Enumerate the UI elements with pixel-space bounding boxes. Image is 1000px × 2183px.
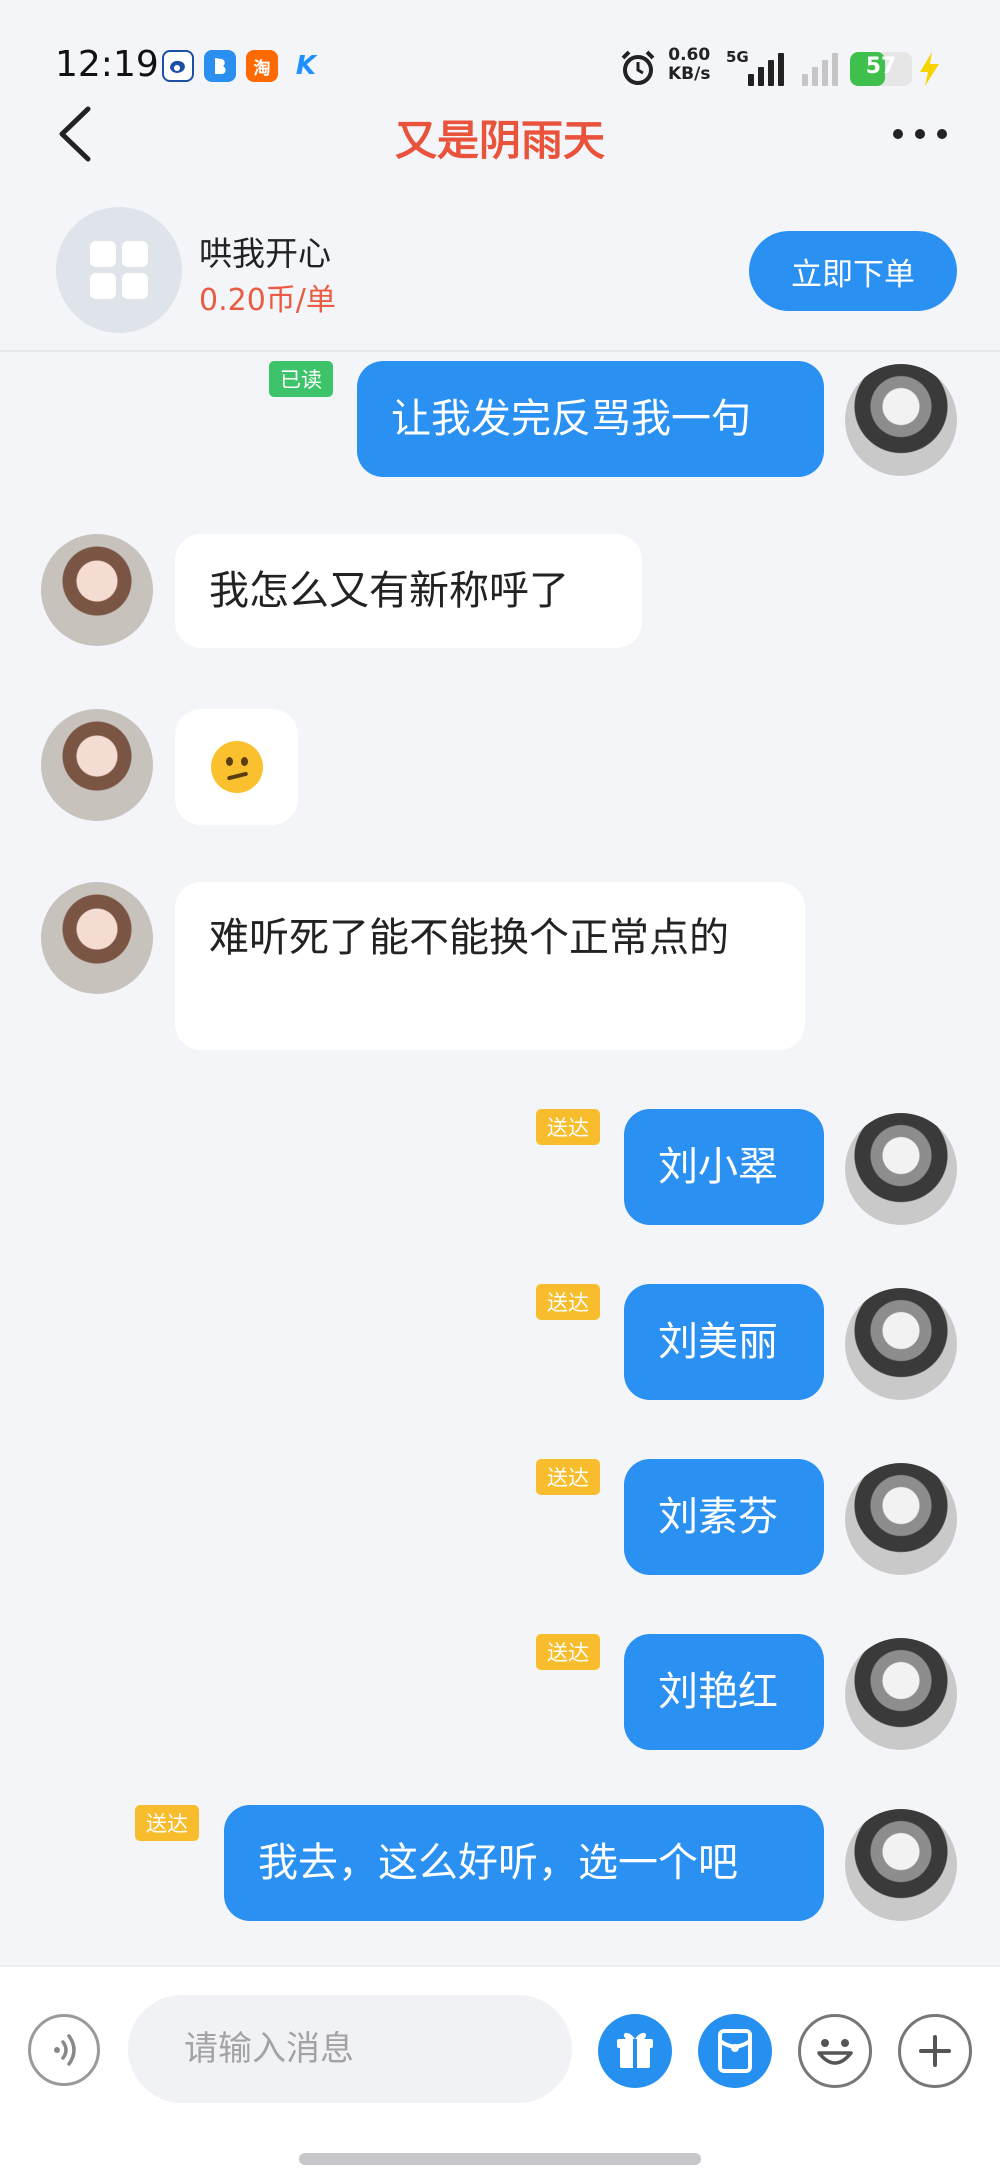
nav-bar: 又是阴雨天 (0, 95, 1000, 175)
chat-title: 又是阴雨天 (394, 116, 605, 165)
message-bubble[interactable]: 刘素芬 (624, 1459, 824, 1575)
home-indicator (299, 2153, 701, 2165)
confused-face-icon (210, 741, 263, 793)
red-packet-icon (718, 2029, 752, 2073)
gift-icon (617, 2032, 653, 2068)
message-outgoing: 送达 刘小翠 (0, 1105, 1000, 1235)
service-price: 0.20币/单 (199, 283, 336, 318)
sent-status-tag: 送达 (135, 1805, 199, 1841)
plus-icon (919, 2035, 951, 2067)
network-type: 5G (726, 48, 749, 66)
message-incoming: 难听死了能不能换个正常点的 (0, 880, 1000, 1055)
status-time: 12:19 (55, 44, 159, 85)
avatar-contact[interactable] (41, 882, 153, 994)
sent-status-tag: 送达 (536, 1634, 600, 1670)
message-outgoing: 已读 让我发完反骂我一句 (0, 355, 1000, 485)
message-bubble[interactable] (175, 709, 298, 825)
gift-button[interactable] (598, 2014, 672, 2088)
message-input[interactable] (128, 1995, 572, 2103)
message-bubble[interactable]: 刘艳红 (624, 1634, 824, 1750)
message-bubble[interactable]: 刘小翠 (624, 1109, 824, 1225)
divider (0, 350, 1000, 352)
battery-level: 57 (865, 54, 897, 79)
avatar-contact[interactable] (41, 534, 153, 646)
battery-icon: 57 (850, 52, 912, 86)
taobao-icon: 淘 (246, 50, 278, 82)
smile-icon (817, 2039, 853, 2065)
avatar-self[interactable] (845, 364, 957, 476)
order-now-button[interactable]: 立即下单 (749, 231, 957, 311)
voice-input-button[interactable] (28, 2014, 100, 2086)
message-incoming (0, 705, 1000, 835)
sent-status-tag: 送达 (536, 1284, 600, 1320)
service-name: 哄我开心 (199, 234, 331, 273)
k-app-icon: K (295, 51, 317, 81)
avatar-self[interactable] (845, 1113, 957, 1225)
read-status-tag: 已读 (269, 361, 333, 397)
alarm-icon (621, 50, 655, 85)
avatar-self[interactable] (845, 1809, 957, 1921)
message-bubble[interactable]: 难听死了能不能换个正常点的 (175, 882, 805, 1050)
message-bubble[interactable]: 刘美丽 (624, 1284, 824, 1400)
message-outgoing: 送达 刘美丽 (0, 1280, 1000, 1410)
service-icon (56, 207, 182, 333)
input-bar (0, 1965, 1000, 2183)
service-card: 哄我开心 0.20币/单 立即下单 (0, 195, 1000, 355)
message-bubble[interactable]: 让我发完反骂我一句 (357, 361, 824, 477)
voice-icon (54, 2034, 76, 2066)
more-icon[interactable] (880, 109, 960, 159)
signal-icon-secondary (802, 48, 838, 86)
emoji-button[interactable] (798, 2014, 872, 2088)
weibo-icon (162, 50, 194, 82)
message-outgoing: 送达 刘艳红 (0, 1630, 1000, 1760)
message-bubble[interactable]: 我怎么又有新称呼了 (175, 534, 642, 648)
avatar-contact[interactable] (41, 709, 153, 821)
avatar-self[interactable] (845, 1288, 957, 1400)
red-packet-button[interactable] (698, 2014, 772, 2088)
message-outgoing: 送达 我去，这么好听，选一个吧 (0, 1805, 1000, 1935)
bluebird-icon (204, 50, 236, 82)
message-outgoing: 送达 刘素芬 (0, 1455, 1000, 1585)
avatar-self[interactable] (845, 1463, 957, 1575)
charging-icon (920, 52, 939, 86)
signal-icon (748, 48, 784, 86)
sent-status-tag: 送达 (536, 1459, 600, 1495)
message-incoming: 我怎么又有新称呼了 (0, 530, 1000, 660)
sent-status-tag: 送达 (536, 1109, 600, 1145)
avatar-self[interactable] (845, 1638, 957, 1750)
message-bubble[interactable]: 我去，这么好听，选一个吧 (224, 1805, 824, 1921)
net-speed-value: 0.60 (668, 45, 711, 65)
add-button[interactable] (898, 2014, 972, 2088)
net-speed-unit: KB/s (668, 64, 711, 84)
net-speed: 0.60 KB/s (668, 46, 710, 84)
